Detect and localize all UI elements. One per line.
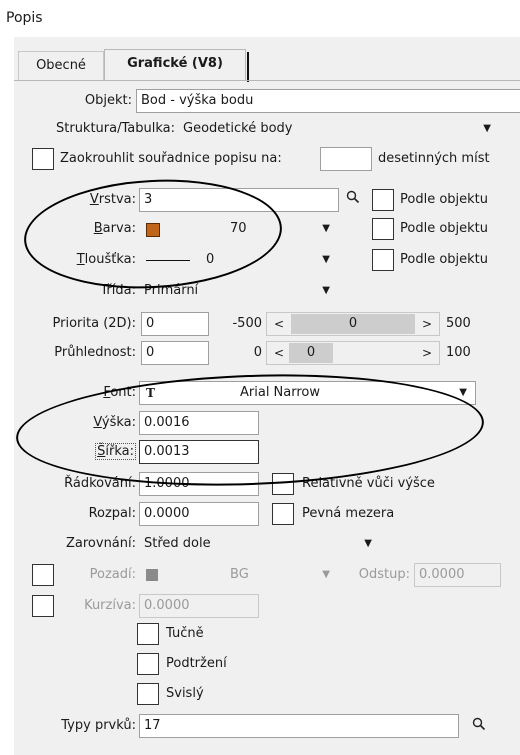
scroll-left-icon[interactable]: < xyxy=(274,342,284,364)
odstup-label: Odstup: xyxy=(358,567,410,582)
chevron-down-icon: ▼ xyxy=(322,223,330,234)
pozadi-value: BG xyxy=(230,567,249,582)
search-icon[interactable] xyxy=(346,190,360,208)
pozadi-checkbox[interactable] xyxy=(32,564,54,586)
zarovnani-label: Zarovnání: xyxy=(65,536,136,551)
window-title: Popis xyxy=(6,10,43,26)
tloustka-podle-label: Podle objektu xyxy=(400,252,489,267)
chevron-down-icon: ▼ xyxy=(322,569,330,580)
tab-obecne[interactable]: Obecné xyxy=(18,51,104,80)
barva-podle-label: Podle objektu xyxy=(400,221,489,236)
kurziva-label: Kurzíva: xyxy=(84,598,136,613)
priorita-label: Priorita (2D): xyxy=(52,316,136,331)
odstup-field[interactable]: 0.0000 xyxy=(414,563,501,587)
pruhlednost-slider[interactable]: < 0 > xyxy=(266,341,440,365)
zarovnani-combo[interactable]: Střed dole ▼ xyxy=(139,532,381,556)
podtrzeni-label: Podtržení xyxy=(166,656,227,671)
pruhlednost-min: 0 xyxy=(253,345,262,360)
chevron-down-icon: ▼ xyxy=(483,123,491,134)
kurziva-checkbox[interactable] xyxy=(32,595,54,617)
pozadi-label: Pozadí: xyxy=(89,567,136,582)
vrstva-podle-label: Podle objektu xyxy=(400,192,489,207)
struktura-combo[interactable]: Geodetické body ▼ xyxy=(178,117,500,141)
svisly-checkbox[interactable] xyxy=(137,683,159,705)
scroll-right-icon[interactable]: > xyxy=(422,313,432,335)
chevron-down-icon: ▼ xyxy=(364,538,372,549)
rozpal-label: Rozpal: xyxy=(88,506,136,521)
tucne-checkbox[interactable] xyxy=(137,623,159,645)
zarovnani-value: Střed dole xyxy=(144,536,211,551)
tab-divider xyxy=(14,80,520,81)
struktura-label: Struktura/Tabulka: xyxy=(56,121,175,136)
pevna-mezera-checkbox[interactable] xyxy=(272,503,294,525)
tloustka-podle-checkbox[interactable] xyxy=(372,249,394,271)
scroll-right-icon[interactable]: > xyxy=(422,342,432,364)
color-swatch xyxy=(146,569,158,581)
chevron-down-icon: ▼ xyxy=(322,254,330,265)
vrstva-podle-checkbox[interactable] xyxy=(372,189,394,211)
priorita-min: -500 xyxy=(232,316,262,331)
zaokrouhlit-checkbox[interactable] xyxy=(32,148,54,170)
struktura-value: Geodetické body xyxy=(183,121,293,136)
priorita-max: 500 xyxy=(446,316,471,331)
priorita-field[interactable]: 0 xyxy=(141,312,209,336)
pruhlednost-field[interactable]: 0 xyxy=(141,341,209,365)
typy-prvku-field[interactable]: 17 xyxy=(139,714,459,738)
typy-prvku-label: Typy prvků: xyxy=(61,718,136,733)
barva-podle-checkbox[interactable] xyxy=(372,218,394,240)
tab-graficke-v8[interactable]: Grafické (V8) xyxy=(104,49,249,82)
pruhlednost-slider-value: 0 xyxy=(306,345,316,360)
priorita-slider-value: 0 xyxy=(348,316,358,331)
pruhlednost-label: Průhlednost: xyxy=(54,345,136,360)
pruhlednost-max: 100 xyxy=(446,345,471,360)
rozpal-field[interactable]: 0.0000 xyxy=(139,502,259,526)
zaokrouhlit-suffix: desetinných míst xyxy=(378,151,490,166)
priorita-slider[interactable]: < 0 > xyxy=(266,312,440,336)
podtrzeni-checkbox[interactable] xyxy=(137,653,159,675)
objekt-label: Objekt: xyxy=(84,93,132,108)
svisly-label: Svislý xyxy=(166,686,204,701)
zaokrouhlit-field[interactable] xyxy=(320,147,372,171)
pevna-mezera-label: Pevná mezera xyxy=(302,506,395,521)
chevron-down-icon: ▼ xyxy=(322,285,330,296)
zaokrouhlit-label: Zaokrouhlit souřadnice popisu na: xyxy=(60,151,282,166)
kurziva-field[interactable]: 0.0000 xyxy=(139,594,259,618)
tucne-label: Tučně xyxy=(166,626,204,641)
pozadi-combo[interactable]: BG ▼ xyxy=(139,563,339,587)
objekt-field[interactable]: Bod - výška bodu xyxy=(136,89,520,113)
scroll-left-icon[interactable]: < xyxy=(274,313,284,335)
search-icon[interactable] xyxy=(472,717,486,735)
